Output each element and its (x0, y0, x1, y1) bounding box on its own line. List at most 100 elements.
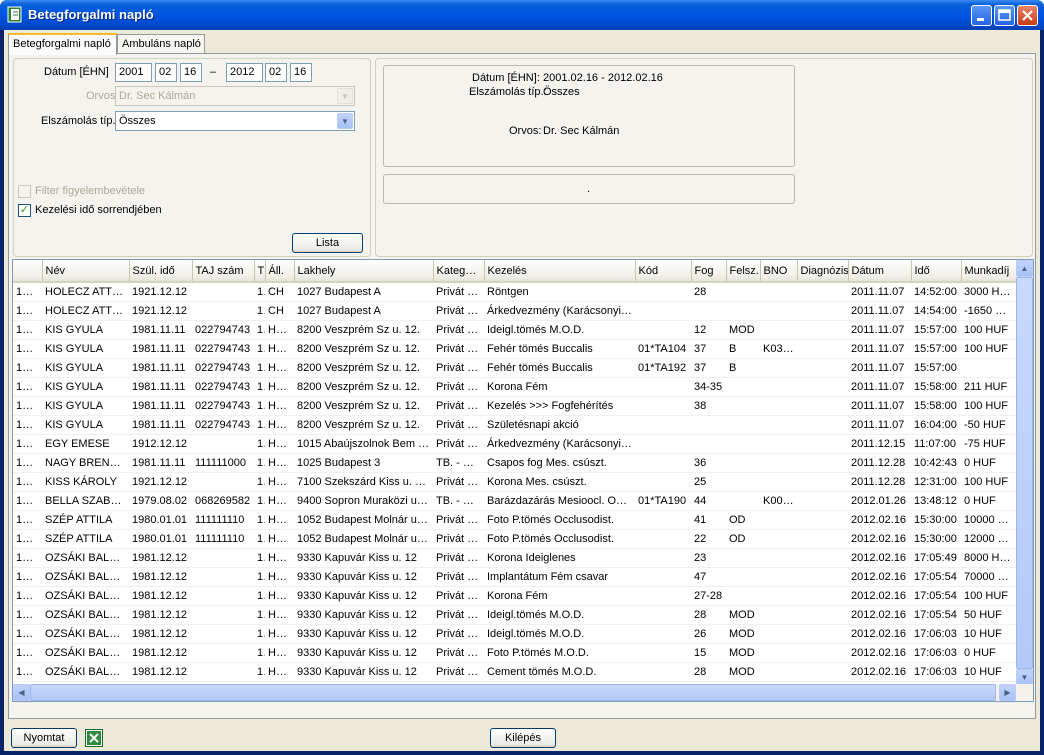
table-row[interactable]: 1213 KIS GYULA 1981.11.11 022794743 1 HUN 8200… (13, 358, 1017, 378)
maximize-button[interactable] (994, 5, 1015, 26)
lista-button[interactable]: Lista (292, 233, 363, 253)
horizontal-scrollbar[interactable]: ◀ ▶ (13, 684, 1033, 701)
vertical-scrollbar[interactable]: ▲ ▼ (1016, 260, 1033, 686)
table-cell: Privát … (433, 624, 484, 644)
column-header[interactable]: Dátum (848, 260, 912, 283)
table-row[interactable]: 1226 OZSÁKI BALÁZS 1981.12.12 1 HUN 9330 Kapu… (13, 605, 1017, 625)
sort-checkbox[interactable]: ✓ (18, 204, 31, 217)
minimize-button[interactable] (971, 5, 992, 26)
table-cell: HUN (265, 548, 294, 568)
table-row[interactable]: 1216 KIS GYULA 1981.11.11 022794743 1 HUN 8200… (13, 415, 1017, 435)
scroll-left-icon[interactable]: ◀ (13, 684, 30, 701)
table-row[interactable]: 1215 KIS GYULA 1981.11.11 022794743 1 HUN 8200… (13, 396, 1017, 416)
column-header[interactable]: Kód (635, 260, 692, 283)
table-row[interactable]: 1224 OZSÁKI BALÁZS 1981.12.12 1 HUN 9330 Kapu… (13, 567, 1017, 587)
vertical-scroll-thumb[interactable] (1016, 277, 1033, 669)
scroll-right-icon[interactable]: ▶ (999, 684, 1016, 701)
column-header[interactable]: T (254, 260, 266, 283)
column-header[interactable]: Fog (691, 260, 727, 283)
table-cell: 2011.12.28 (848, 453, 911, 473)
table-cell: 17:06:03 (911, 662, 961, 682)
table-cell: 70000 … (961, 567, 1017, 587)
table-cell (726, 491, 760, 511)
column-header[interactable]: Kezelés (484, 260, 636, 283)
column-header[interactable]: Felsz. (726, 260, 761, 283)
column-header[interactable]: Szül. idő (129, 260, 193, 283)
table-cell: 2011.11.07 (848, 415, 911, 435)
scroll-up-icon[interactable]: ▲ (1016, 260, 1033, 277)
table-cell: 2011.11.07 (848, 339, 911, 359)
print-button[interactable]: Nyomtat (11, 728, 77, 748)
table-row[interactable]: 1212 KIS GYULA 1981.11.11 022794743 1 HUN 8200… (13, 339, 1017, 359)
table-cell: 1 (254, 510, 265, 530)
excel-icon[interactable] (85, 729, 103, 747)
table-cell: 15:58:00 (911, 377, 961, 397)
table-row[interactable]: 1225 OZSÁKI BALÁZS 1981.12.12 1 HUN 9330 Kapu… (13, 586, 1017, 606)
data-grid[interactable]: Név Szül. idő TAJ szám T Áll. Lakhely Kateg… Ke… (12, 259, 1034, 702)
table-row[interactable]: 1223 OZSÁKI BALÁZS 1981.12.12 1 HUN 9330 Kapu… (13, 548, 1017, 568)
table-cell: 1 (254, 453, 265, 473)
table-row[interactable]: 1214 KIS GYULA 1981.11.11 022794743 1 HUN 8200… (13, 377, 1017, 397)
from-month-field[interactable]: 02 (155, 63, 177, 82)
column-header[interactable]: Diagnózis (797, 260, 849, 283)
elszamolas-label: Elszámolás típ. (41, 115, 116, 127)
table-row[interactable]: 1211 KIS GYULA 1981.11.11 022794743 1 HUN 8200… (13, 320, 1017, 340)
to-day-field[interactable]: 16 (290, 63, 312, 82)
table-row[interactable]: 1227 OZSÁKI BALÁZS 1981.12.12 1 HUN 9330 Kapu… (13, 624, 1017, 644)
table-row[interactable]: 1220 BELLA SZABOL… 1979.08.02 068269582 1 HUN… (13, 491, 1017, 511)
table-cell: 2011.12.28 (848, 472, 911, 492)
table-cell: 1025 Budapest 3 (294, 453, 433, 473)
from-year-field[interactable]: 2001 (115, 63, 152, 82)
column-header[interactable] (13, 260, 43, 283)
column-header[interactable]: Idő (911, 260, 962, 283)
table-row[interactable]: 1228 OZSÁKI BALÁZS 1981.12.12 1 HUN 9330 Kapu… (13, 643, 1017, 663)
table-cell (760, 548, 797, 568)
table-cell: SZÉP ATTILA (42, 529, 129, 549)
table-cell: Privát … (433, 662, 484, 682)
table-cell: 1225 (13, 586, 42, 606)
table-cell: -75 HUF (961, 434, 1017, 454)
table-cell (760, 377, 797, 397)
tab-betegforgalmi-naplo[interactable]: Betegforgalmi napló (8, 33, 117, 55)
table-row[interactable]: 1222 SZÉP ATTILA 1980.01.01 111111110 1 HUN 10… (13, 529, 1017, 549)
table-cell: 2012.02.16 (848, 586, 911, 606)
table-row[interactable]: 1219 KISS KÁROLY 1921.12.12 1 HUN 7100 Szeksz… (13, 472, 1017, 492)
table-row[interactable]: 1218 NAGY BRENDON 1981.11.11 111111000 1 HUN 1… (13, 453, 1017, 473)
from-day-field[interactable]: 16 (180, 63, 202, 82)
table-cell (726, 472, 760, 492)
table-row[interactable]: 1221 SZÉP ATTILA 1980.01.01 111111110 1 HUN 10… (13, 510, 1017, 530)
column-header[interactable]: Lakhely (294, 260, 434, 283)
table-cell (797, 472, 848, 492)
tab-ambulans-naplo[interactable]: Ambuláns napló (117, 34, 205, 54)
column-header[interactable]: TAJ szám (192, 260, 255, 283)
table-cell: Röntgen (484, 282, 635, 302)
table-cell: 022794743 (192, 377, 254, 397)
table-cell (635, 301, 691, 321)
table-cell: 1 (254, 358, 265, 378)
to-month-field[interactable]: 02 (265, 63, 287, 82)
table-row[interactable]: 1209 HOLECZ ATTILA 1921.12.12 1 CH 1027 Budap… (13, 282, 1017, 302)
elszamolas-select[interactable]: Összes ▼ (115, 111, 355, 131)
table-row[interactable]: 1210 HOLECZ ATTILA 1921.12.12 1 CH 1027 Budap… (13, 301, 1017, 321)
table-cell: 1227 (13, 624, 42, 644)
horizontal-scroll-thumb[interactable] (30, 684, 996, 701)
column-header[interactable]: Munkadíj (961, 260, 1018, 283)
table-cell: 38 (691, 396, 726, 416)
title-bar[interactable]: Betegforgalmi napló (0, 0, 1044, 30)
summary-elsz-label: Elszámolás típ.: (469, 86, 547, 98)
table-cell: 2011.11.07 (848, 358, 911, 378)
table-cell: Foto P.tömés Occlusodist. (484, 529, 635, 549)
table-cell: 10:42:43 (911, 453, 961, 473)
chevron-down-icon[interactable]: ▼ (337, 113, 353, 129)
table-row[interactable]: 1229 OZSÁKI BALÁZS 1981.12.12 1 HUN 9330 Kapu… (13, 662, 1017, 682)
table-cell: Csapos fog Mes. csúszt. (484, 453, 635, 473)
exit-button[interactable]: Kilépés (490, 728, 556, 748)
table-row[interactable]: 1217 EGY EMESE 1912.12.12 1 HUN 1015 Abaújszo… (13, 434, 1017, 454)
column-header[interactable]: Név (42, 260, 130, 283)
column-header[interactable]: Kateg… (433, 260, 485, 283)
close-button[interactable] (1017, 5, 1038, 26)
sort-checkbox-label[interactable]: Kezelési idő sorrendjében (35, 204, 162, 216)
to-year-field[interactable]: 2012 (226, 63, 263, 82)
column-header[interactable]: Áll. (265, 260, 295, 283)
column-header[interactable]: BNO (760, 260, 798, 283)
